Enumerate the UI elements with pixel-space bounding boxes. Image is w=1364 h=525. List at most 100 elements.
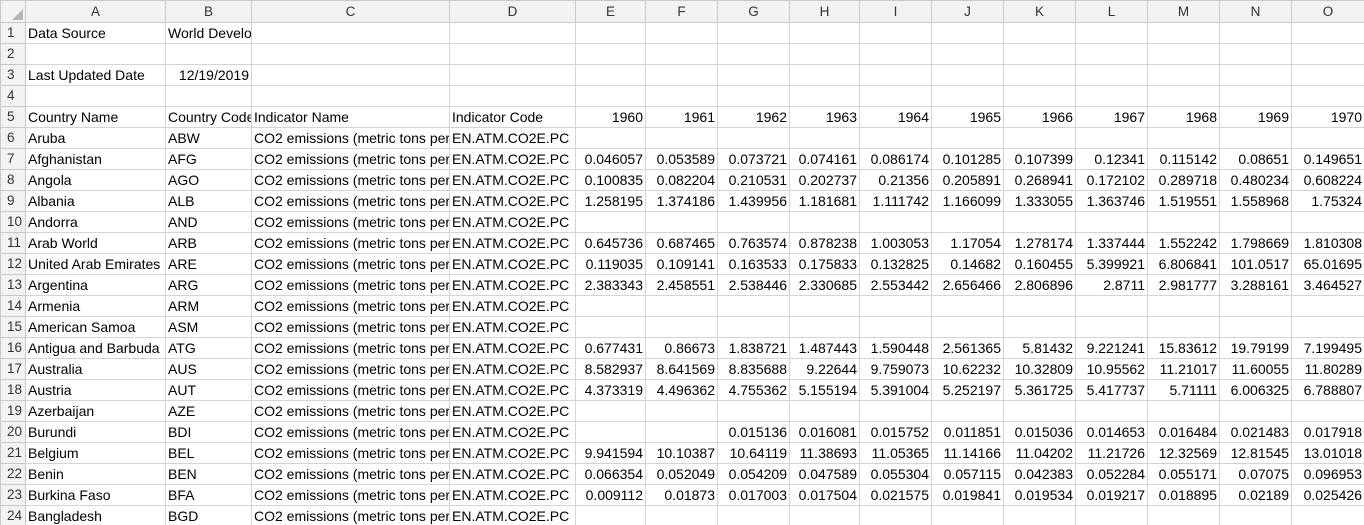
cell-l20[interactable]: 0.014653 <box>1075 421 1148 443</box>
cell-h18[interactable]: 5.155194 <box>789 379 860 401</box>
cell-m23[interactable]: 0.018895 <box>1147 484 1220 506</box>
cell-f21[interactable]: 10.10387 <box>645 442 718 464</box>
cell-d24[interactable]: EN.ATM.CO2E.PC <box>449 505 576 525</box>
cell-g1[interactable] <box>717 22 790 44</box>
cell-n6[interactable] <box>1219 127 1292 149</box>
row-header-24[interactable]: 24 <box>0 505 26 525</box>
cell-n12[interactable]: 101.0517 <box>1219 253 1292 275</box>
cell-c14[interactable]: CO2 emissions (metric tons per capita) <box>251 295 450 317</box>
column-header-i[interactable]: I <box>859 0 932 23</box>
cell-h7[interactable]: 0.074161 <box>789 148 860 170</box>
cell-c16[interactable]: CO2 emissions (metric tons per capita) <box>251 337 450 359</box>
cell-g23[interactable]: 0.017003 <box>717 484 790 506</box>
column-header-g[interactable]: G <box>717 0 790 23</box>
cell-i1[interactable] <box>859 22 932 44</box>
column-header-o[interactable]: O <box>1291 0 1364 23</box>
cell-l16[interactable]: 9.221241 <box>1075 337 1148 359</box>
cell-k24[interactable] <box>1003 505 1076 525</box>
cell-n10[interactable] <box>1219 211 1292 233</box>
cell-n4[interactable] <box>1219 85 1292 107</box>
cell-f13[interactable]: 2.458551 <box>645 274 718 296</box>
cell-m5[interactable]: 1968 <box>1147 106 1220 128</box>
column-header-m[interactable]: M <box>1147 0 1220 23</box>
cell-f19[interactable] <box>645 400 718 422</box>
cell-b4[interactable] <box>165 85 252 107</box>
cell-o23[interactable]: 0.025426 <box>1291 484 1364 506</box>
cell-e3[interactable] <box>575 64 646 86</box>
cell-n22[interactable]: 0.07075 <box>1219 463 1292 485</box>
cell-n21[interactable]: 12.81545 <box>1219 442 1292 464</box>
cell-i12[interactable]: 0.132825 <box>859 253 932 275</box>
row-header-22[interactable]: 22 <box>0 463 26 485</box>
row-header-5[interactable]: 5 <box>0 106 26 128</box>
cell-d15[interactable]: EN.ATM.CO2E.PC <box>449 316 576 338</box>
cell-k11[interactable]: 1.278174 <box>1003 232 1076 254</box>
cell-j1[interactable] <box>931 22 1004 44</box>
cell-d17[interactable]: EN.ATM.CO2E.PC <box>449 358 576 380</box>
cell-i18[interactable]: 5.391004 <box>859 379 932 401</box>
cell-m3[interactable] <box>1147 64 1220 86</box>
cell-f1[interactable] <box>645 22 718 44</box>
cell-h5[interactable]: 1963 <box>789 106 860 128</box>
cell-h16[interactable]: 1.487443 <box>789 337 860 359</box>
cell-k5[interactable]: 1966 <box>1003 106 1076 128</box>
cell-k22[interactable]: 0.042383 <box>1003 463 1076 485</box>
cell-e21[interactable]: 9.941594 <box>575 442 646 464</box>
cell-i19[interactable] <box>859 400 932 422</box>
cell-n24[interactable] <box>1219 505 1292 525</box>
row-header-15[interactable]: 15 <box>0 316 26 338</box>
cell-o2[interactable] <box>1291 43 1364 65</box>
row-header-10[interactable]: 10 <box>0 211 26 233</box>
cell-a4[interactable] <box>25 85 166 107</box>
cell-k17[interactable]: 10.32809 <box>1003 358 1076 380</box>
cell-a7[interactable]: Afghanistan <box>25 148 166 170</box>
row-header-18[interactable]: 18 <box>0 379 26 401</box>
cell-b1[interactable]: World Development Indicators <box>165 22 252 44</box>
cell-i2[interactable] <box>859 43 932 65</box>
cell-m4[interactable] <box>1147 85 1220 107</box>
cell-k2[interactable] <box>1003 43 1076 65</box>
cell-f15[interactable] <box>645 316 718 338</box>
cell-k10[interactable] <box>1003 211 1076 233</box>
cell-m21[interactable]: 12.32569 <box>1147 442 1220 464</box>
row-header-20[interactable]: 20 <box>0 421 26 443</box>
cell-l14[interactable] <box>1075 295 1148 317</box>
cell-m12[interactable]: 6.806841 <box>1147 253 1220 275</box>
cell-o21[interactable]: 13.01018 <box>1291 442 1364 464</box>
cell-n16[interactable]: 19.79199 <box>1219 337 1292 359</box>
column-header-b[interactable]: B <box>165 0 252 23</box>
cell-b2[interactable] <box>165 43 252 65</box>
row-header-7[interactable]: 7 <box>0 148 26 170</box>
cell-g10[interactable] <box>717 211 790 233</box>
cell-b22[interactable]: BEN <box>165 463 252 485</box>
cell-h4[interactable] <box>789 85 860 107</box>
cell-h8[interactable]: 0.202737 <box>789 169 860 191</box>
row-header-11[interactable]: 11 <box>0 232 26 254</box>
cell-e5[interactable]: 1960 <box>575 106 646 128</box>
cell-d14[interactable]: EN.ATM.CO2E.PC <box>449 295 576 317</box>
cell-b7[interactable]: AFG <box>165 148 252 170</box>
cell-d4[interactable] <box>449 85 576 107</box>
cell-o7[interactable]: 0.149651 <box>1291 148 1364 170</box>
cell-i23[interactable]: 0.021575 <box>859 484 932 506</box>
cell-f22[interactable]: 0.052049 <box>645 463 718 485</box>
column-header-k[interactable]: K <box>1003 0 1076 23</box>
cell-i22[interactable]: 0.055304 <box>859 463 932 485</box>
cell-m19[interactable] <box>1147 400 1220 422</box>
cell-c9[interactable]: CO2 emissions (metric tons per capita) <box>251 190 450 212</box>
cell-c12[interactable]: CO2 emissions (metric tons per capita) <box>251 253 450 275</box>
cell-e14[interactable] <box>575 295 646 317</box>
cell-o17[interactable]: 11.80289 <box>1291 358 1364 380</box>
cell-k14[interactable] <box>1003 295 1076 317</box>
cell-c8[interactable]: CO2 emissions (metric tons per capita) <box>251 169 450 191</box>
cell-e8[interactable]: 0.100835 <box>575 169 646 191</box>
row-header-8[interactable]: 8 <box>0 169 26 191</box>
cell-g19[interactable] <box>717 400 790 422</box>
cell-j5[interactable]: 1965 <box>931 106 1004 128</box>
cell-j9[interactable]: 1.166099 <box>931 190 1004 212</box>
cell-o6[interactable] <box>1291 127 1364 149</box>
row-header-23[interactable]: 23 <box>0 484 26 506</box>
column-header-f[interactable]: F <box>645 0 718 23</box>
cell-c2[interactable] <box>251 43 450 65</box>
cell-j17[interactable]: 10.62232 <box>931 358 1004 380</box>
